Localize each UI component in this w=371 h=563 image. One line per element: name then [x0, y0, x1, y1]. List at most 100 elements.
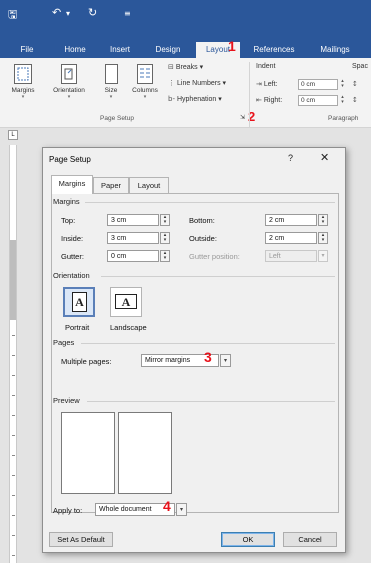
step-marker-4: 4	[163, 498, 171, 514]
chevron-down-icon: ▾	[21, 94, 25, 100]
size-icon	[104, 64, 118, 84]
top-margin-input[interactable]: 3 cm	[107, 214, 159, 226]
spacing-after-icon: ↕	[352, 96, 358, 104]
redo-icon[interactable]: ↻	[88, 6, 97, 19]
divider	[85, 202, 335, 203]
indent-heading: Indent	[256, 63, 276, 70]
tab-selector-icon[interactable]: L	[8, 130, 18, 140]
undo-dropdown-icon[interactable]: ▾	[66, 9, 70, 18]
ribbon-layout: Margins ▾ Orientation ▾ Size ▾ Columns ▾…	[0, 58, 371, 128]
pages-section-heading: Pages	[53, 338, 75, 347]
ruler-tick	[12, 555, 15, 556]
margins-button[interactable]: Margins ▾	[4, 64, 42, 100]
spacing-heading: Spac	[352, 63, 368, 70]
tab-mailings[interactable]: Mailings	[310, 42, 360, 58]
preview-section-heading: Preview	[53, 396, 80, 405]
bottom-margin-input[interactable]: 2 cm	[265, 214, 317, 226]
inside-margin-input[interactable]: 3 cm	[107, 232, 159, 244]
ruler-tick	[12, 355, 15, 356]
chevron-down-icon[interactable]: ▾	[318, 250, 328, 262]
spacing-before-icon: ↕	[352, 80, 358, 88]
ribbon-divider	[249, 62, 250, 128]
top-margin-spinner[interactable]: ▴ ▾	[160, 214, 170, 226]
chevron-down-icon: ▾	[218, 96, 222, 103]
chevron-down-icon[interactable]: ▾	[220, 354, 231, 367]
multiple-pages-value: Mirror margins	[145, 357, 191, 364]
tab-layout-dialog[interactable]: Layout	[129, 177, 169, 193]
divider	[101, 276, 335, 277]
chevron-down-icon[interactable]: ▾	[176, 503, 187, 516]
multiple-pages-label: Multiple pages:	[61, 357, 112, 366]
breaks-icon: ⊟	[168, 63, 174, 71]
hyphenation-label: Hyphenation	[176, 96, 217, 103]
tab-file[interactable]: File	[14, 42, 40, 58]
landscape-label: Landscape	[110, 323, 147, 332]
step-marker-1: 1	[228, 38, 236, 54]
outside-margin-spinner[interactable]: ▴ ▾	[318, 232, 328, 244]
help-button[interactable]: ?	[288, 153, 293, 163]
ruler-tick	[12, 395, 15, 396]
breaks-label: Breaks	[175, 64, 198, 71]
apply-to-value: Whole document	[99, 506, 152, 513]
indent-right-icon: ⇤	[256, 96, 262, 104]
ruler-margin-area	[10, 240, 16, 320]
landscape-icon: A	[115, 294, 137, 309]
columns-icon	[137, 64, 153, 84]
ok-button[interactable]: OK	[221, 532, 275, 547]
tab-design[interactable]: Design	[148, 42, 188, 58]
vertical-ruler	[9, 145, 17, 563]
set-as-default-button[interactable]: Set As Default	[49, 532, 113, 547]
breaks-button[interactable]: ⊟ Breaks ▾	[168, 63, 203, 71]
gutter-position-select[interactable]: Left	[265, 250, 317, 262]
tab-margins[interactable]: Margins	[51, 175, 93, 194]
apply-to-label: Apply to:	[53, 506, 83, 515]
columns-label: Columns	[132, 87, 158, 94]
tab-layout-label: Layout	[205, 45, 231, 54]
line-numbers-button[interactable]: ⋮ Line Numbers ▾	[168, 79, 226, 87]
orientation-label: Orientation	[53, 87, 85, 94]
cancel-button[interactable]: Cancel	[283, 532, 337, 547]
save-icon[interactable]: 🖫	[8, 6, 17, 25]
close-icon[interactable]: ✕	[320, 151, 329, 164]
tab-insert[interactable]: Insert	[103, 42, 137, 58]
chevron-down-icon: ▾	[222, 80, 227, 87]
columns-button[interactable]: Columns ▾	[127, 64, 163, 100]
size-label: Size	[104, 87, 118, 94]
gutter-position-label: Gutter position:	[189, 252, 240, 261]
hyphenation-button[interactable]: b‑ Hyphenation ▾	[168, 95, 222, 103]
ruler-tick	[12, 335, 15, 336]
indent-right-input[interactable]: 0 cm	[298, 95, 338, 106]
page-setup-dialog-launcher-icon[interactable]: ⇲	[240, 114, 245, 121]
indent-left-input[interactable]: 0 cm	[298, 79, 338, 90]
indent-left-spinner[interactable]: ▴ ▾	[339, 79, 346, 90]
customize-qat-icon[interactable]: ≡	[124, 9, 131, 18]
indent-right-spinner[interactable]: ▴ ▾	[339, 95, 346, 106]
undo-icon[interactable]: ↶	[52, 6, 61, 19]
outside-margin-input[interactable]: 2 cm	[265, 232, 317, 244]
tab-home[interactable]: Home	[58, 42, 92, 58]
top-margin-label: Top:	[61, 216, 76, 225]
outside-margin-label: Outside:	[189, 234, 217, 243]
orientation-button[interactable]: Orientation ▾	[46, 64, 92, 100]
ruler-tick	[12, 375, 15, 376]
tab-paper[interactable]: Paper	[93, 177, 129, 193]
gutter-input[interactable]: 0 cm	[107, 250, 159, 262]
inside-margin-spinner[interactable]: ▴ ▾	[160, 232, 170, 244]
landscape-option[interactable]: A	[110, 287, 142, 317]
margins-section-heading: Margins	[53, 197, 80, 206]
orientation-section-heading: Orientation	[53, 271, 90, 280]
inside-margin-label: Inside:	[61, 234, 84, 243]
portrait-option[interactable]: A	[63, 287, 95, 317]
hyphenation-icon: b‑	[168, 95, 175, 103]
ruler-tick	[12, 495, 15, 496]
gutter-spinner[interactable]: ▴ ▾	[160, 250, 170, 262]
gutter-label: Gutter:	[61, 252, 84, 261]
size-button[interactable]: Size ▾	[100, 64, 122, 100]
bottom-margin-spinner[interactable]: ▴ ▾	[318, 214, 328, 226]
margins-icon	[14, 64, 32, 84]
indent-right-text: Right:	[263, 97, 283, 104]
divider	[81, 343, 335, 344]
ruler-tick	[12, 435, 15, 436]
tab-references[interactable]: References	[246, 42, 302, 58]
indent-left-text: Left:	[263, 81, 278, 88]
